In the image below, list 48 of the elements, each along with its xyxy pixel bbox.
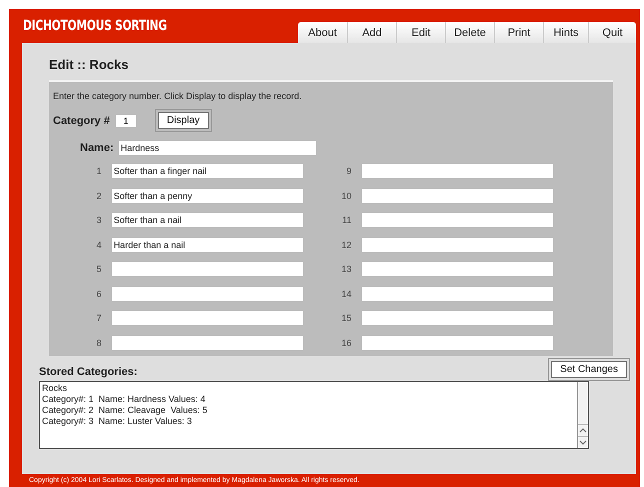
value-field[interactable] xyxy=(362,188,553,202)
value-number: 9 xyxy=(346,166,353,176)
value-number: 4 xyxy=(96,240,103,250)
value-number: 3 xyxy=(96,215,103,225)
category-field[interactable]: 1 xyxy=(116,114,136,126)
value-field[interactable] xyxy=(362,286,553,300)
value-number: 8 xyxy=(96,338,103,348)
value-number: 2 xyxy=(96,190,103,200)
value-field[interactable]: Softer than a penny xyxy=(112,188,303,202)
name-label: Name: xyxy=(80,142,114,154)
value-field[interactable] xyxy=(112,311,303,325)
list-line: Category#: 3 Name: Luster Values: 3 xyxy=(42,416,193,426)
value-number: 7 xyxy=(96,313,103,323)
value-number: 1 xyxy=(96,166,103,176)
value-number: 11 xyxy=(341,215,353,225)
scroll-down-icon[interactable] xyxy=(578,436,588,448)
list-line: Category#: 1 Name: Hardness Values: 4 xyxy=(42,394,206,404)
stored-categories-label: Stored Categories: xyxy=(39,366,138,378)
value-field[interactable] xyxy=(362,311,553,325)
value-field[interactable] xyxy=(362,164,553,178)
value-field[interactable]: Harder than a nail xyxy=(112,238,303,252)
value-number: 14 xyxy=(340,288,353,298)
value-field[interactable] xyxy=(362,336,553,350)
value-field[interactable] xyxy=(112,262,303,276)
value-number: 10 xyxy=(340,190,353,200)
value-number: 16 xyxy=(340,338,353,348)
value-field[interactable]: Softer than a finger nail xyxy=(112,164,303,178)
value-field[interactable] xyxy=(112,286,303,300)
category-label: Category # xyxy=(53,114,110,126)
value-field[interactable] xyxy=(112,336,303,350)
list-line: Rocks xyxy=(42,382,68,394)
instructions-text: Enter the category number. Click Display to display the record. xyxy=(53,91,303,101)
menu-button[interactable]: About xyxy=(298,22,347,44)
display-button[interactable]: Display xyxy=(158,112,209,129)
value-number: 5 xyxy=(96,264,103,274)
list-line: Category#: 2 Name: Cleavage Values: 5 xyxy=(42,404,208,416)
name-field[interactable]: Hardness xyxy=(118,141,316,155)
value-number: 6 xyxy=(96,288,103,298)
value-field[interactable] xyxy=(362,262,553,276)
value-field[interactable] xyxy=(362,213,553,227)
value-field[interactable]: Softer than a nail xyxy=(112,213,303,227)
value-number: 12 xyxy=(340,240,353,250)
value-number: 15 xyxy=(340,313,353,323)
app-title: DICHOTOMOUS SORTING xyxy=(23,18,167,34)
value-number: 13 xyxy=(340,264,353,274)
value-field[interactable] xyxy=(362,238,553,252)
stored-categories-list[interactable]: Rocks Category#: 1 Name: Hardness Values: 4 Category#: 2 Name: Cleavage Values: 5 Category#: 3 Name: Luster Values: 3 xyxy=(39,380,589,448)
scrollbar[interactable] xyxy=(577,382,588,448)
